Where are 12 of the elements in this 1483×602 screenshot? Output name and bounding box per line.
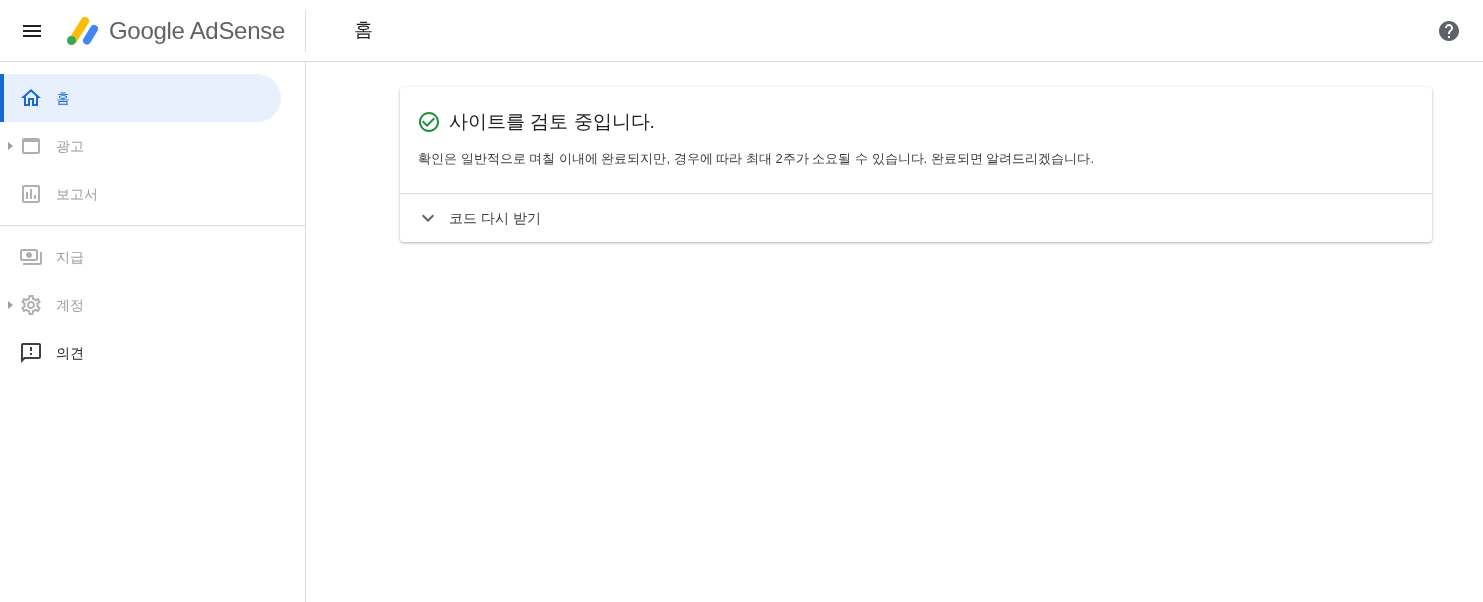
page-title: 홈	[354, 18, 373, 43]
bar-chart-icon	[19, 182, 43, 206]
card-message: 확인은 일반적으로 며칠 이내에 완료되지만, 경우에 따라 최대 2주가 소요될 수 있습니다. 완료되면 알려드리겠습니다.	[418, 149, 1096, 168]
help-icon[interactable]	[1437, 18, 1461, 43]
expander-row[interactable]: 코드 다시 받기	[400, 194, 1432, 242]
settings-icon	[19, 293, 43, 317]
logo-icon	[64, 15, 100, 46]
feedback-icon	[19, 341, 43, 365]
card-title: 사이트를 검토 중입니다.	[449, 110, 655, 134]
sidebar-item[interactable]: 홈	[0, 74, 281, 122]
sidebar-item[interactable]: 의견	[0, 329, 281, 377]
app-name: Google AdSense	[109, 15, 285, 46]
